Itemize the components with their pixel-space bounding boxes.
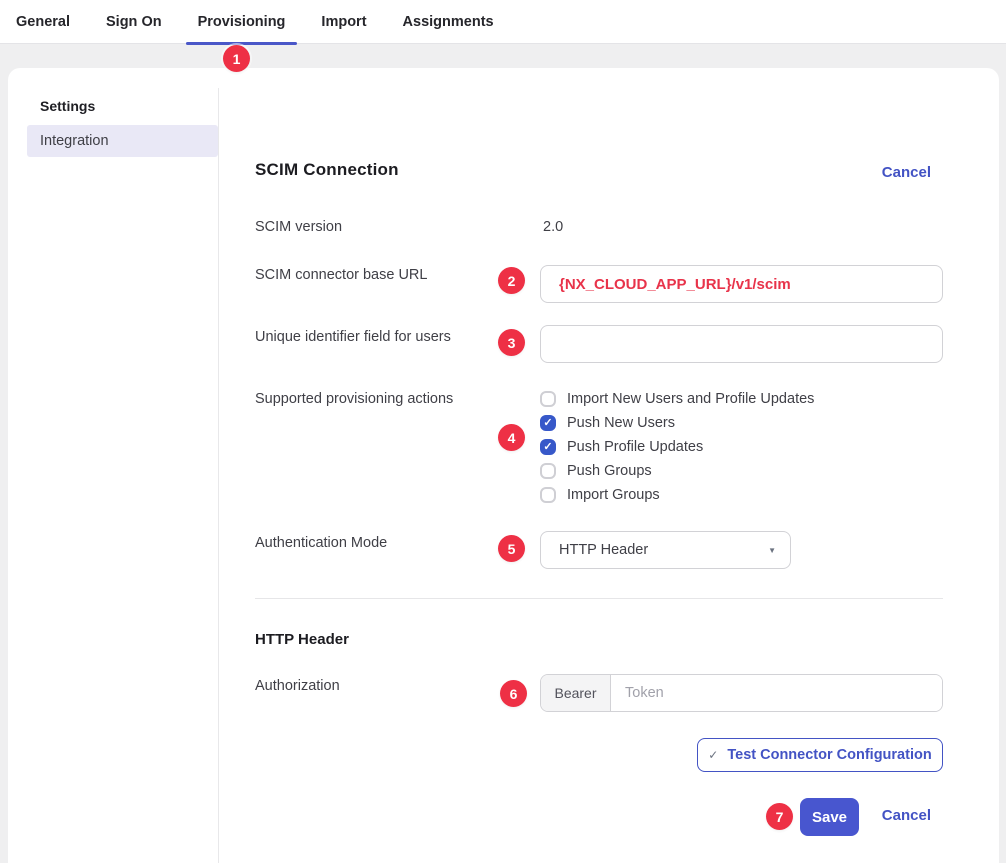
provisioning-card: Settings Integration SCIM Connection Can… bbox=[8, 68, 999, 863]
checkbox-icon: ✓ bbox=[540, 391, 556, 407]
step-badge-7: 7 bbox=[766, 803, 793, 830]
checkbox-label: Import New Users and Profile Updates bbox=[567, 391, 814, 407]
checkmark-icon: ✓ bbox=[708, 748, 718, 762]
sidebar-item-label: Integration bbox=[40, 133, 109, 149]
unique-id-label: Unique identifier field for users bbox=[255, 328, 451, 346]
bearer-prefix: Bearer bbox=[541, 675, 611, 711]
checkbox-import-new-users-profile-updates[interactable]: ✓ Import New Users and Profile Updates bbox=[540, 387, 814, 411]
tab-assignments[interactable]: Assignments bbox=[403, 0, 494, 44]
tab-sign-on[interactable]: Sign On bbox=[106, 0, 162, 44]
authorization-input-group: Bearer bbox=[540, 674, 943, 712]
base-url-label: SCIM connector base URL bbox=[255, 266, 427, 284]
sidebar-item-integration[interactable]: Integration bbox=[27, 125, 218, 157]
checkbox-label: Import Groups bbox=[567, 487, 660, 503]
step-badge-2: 2 bbox=[498, 267, 525, 294]
section-divider bbox=[255, 598, 943, 599]
checkbox-icon: ✓ bbox=[540, 463, 556, 479]
step-badge-3: 3 bbox=[498, 329, 525, 356]
tab-import[interactable]: Import bbox=[321, 0, 366, 44]
checkbox-push-groups[interactable]: ✓ Push Groups bbox=[540, 459, 814, 483]
test-connector-configuration-button[interactable]: ✓ Test Connector Configuration bbox=[697, 738, 943, 772]
checkbox-import-groups[interactable]: ✓ Import Groups bbox=[540, 483, 814, 507]
scim-version-value: 2.0 bbox=[543, 218, 563, 236]
sidebar-divider bbox=[218, 88, 219, 863]
step-badge-5: 5 bbox=[498, 535, 525, 562]
cancel-link-top[interactable]: Cancel bbox=[882, 164, 931, 181]
checkbox-label: Push Groups bbox=[567, 463, 652, 479]
auth-mode-selected-value: HTTP Header bbox=[559, 542, 648, 558]
token-input[interactable] bbox=[611, 675, 942, 711]
page-title: SCIM Connection bbox=[255, 160, 399, 180]
checkbox-push-new-users[interactable]: ✓ Push New Users bbox=[540, 411, 814, 435]
sidebar-header: Settings bbox=[40, 98, 95, 114]
checkbox-label: Push New Users bbox=[567, 415, 675, 431]
auth-mode-label: Authentication Mode bbox=[255, 534, 387, 552]
step-badge-4: 4 bbox=[498, 424, 525, 451]
checkbox-label: Push Profile Updates bbox=[567, 439, 703, 455]
actions-checkbox-group: ✓ Import New Users and Profile Updates ✓… bbox=[540, 387, 814, 507]
checkbox-push-profile-updates[interactable]: ✓ Push Profile Updates bbox=[540, 435, 814, 459]
checkbox-icon: ✓ bbox=[540, 415, 556, 431]
auth-mode-select[interactable]: HTTP Header ▼ bbox=[540, 531, 791, 569]
http-header-section-title: HTTP Header bbox=[255, 631, 349, 648]
cancel-link-bottom[interactable]: Cancel bbox=[882, 807, 931, 824]
tab-general[interactable]: General bbox=[16, 0, 70, 44]
unique-id-input[interactable] bbox=[540, 325, 943, 363]
checkbox-icon: ✓ bbox=[540, 439, 556, 455]
save-button[interactable]: Save bbox=[800, 798, 859, 836]
step-badge-1: 1 bbox=[223, 45, 250, 72]
actions-label: Supported provisioning actions bbox=[255, 390, 453, 408]
app-tabbar: General Sign On Provisioning Import Assi… bbox=[0, 0, 1006, 44]
step-badge-6: 6 bbox=[500, 680, 527, 707]
base-url-input[interactable] bbox=[540, 265, 943, 303]
chevron-down-icon: ▼ bbox=[768, 546, 776, 555]
tab-provisioning[interactable]: Provisioning bbox=[198, 0, 286, 44]
authorization-label: Authorization bbox=[255, 677, 340, 695]
test-connector-button-label: Test Connector Configuration bbox=[727, 747, 931, 763]
scim-version-label: SCIM version bbox=[255, 218, 342, 236]
checkbox-icon: ✓ bbox=[540, 487, 556, 503]
